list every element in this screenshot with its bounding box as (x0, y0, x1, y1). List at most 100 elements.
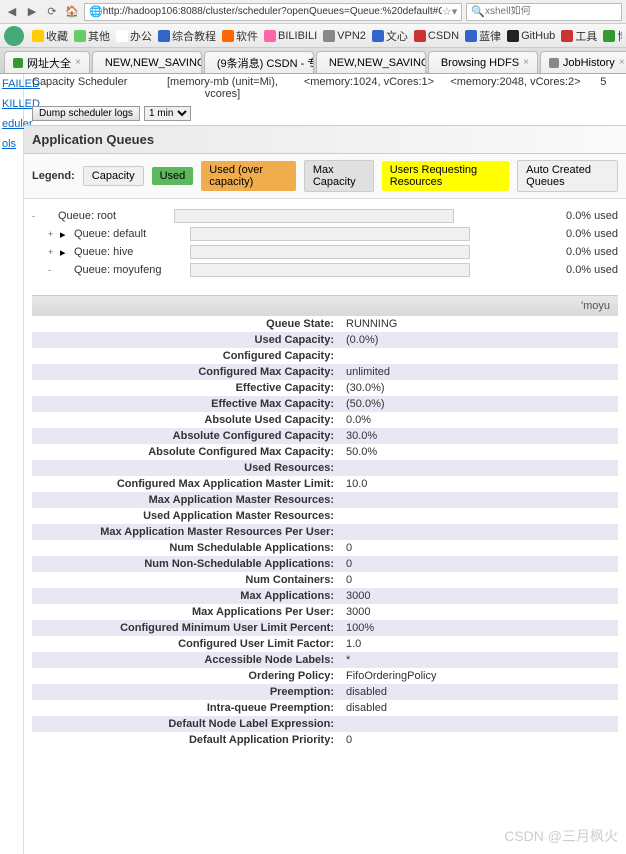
detail-label: Max Application Master Resources Per Use… (32, 526, 342, 538)
detail-label: Configured Max Capacity: (32, 366, 342, 378)
detail-value: (50.0%) (342, 398, 618, 410)
tab-label: (9条消息) CSDN - 专业 (217, 55, 314, 71)
browser-tab[interactable]: (9条消息) CSDN - 专业× (204, 51, 314, 73)
legend-used: Used (152, 167, 194, 185)
legend-used-over: Used (over capacity) (201, 161, 296, 191)
browser-tab[interactable]: Browsing HDFS× (428, 51, 538, 73)
tab-label: 网址大全 (27, 55, 71, 71)
bookmark-label: GitHub (521, 30, 555, 42)
sidebar: FAILED KILLED eduler ols (0, 74, 24, 854)
bookmark-item[interactable]: CSDN (414, 28, 459, 44)
browser-tab[interactable]: JobHistory × (540, 51, 626, 73)
bookmark-label: 软件 (236, 28, 258, 44)
sidebar-failed[interactable]: FAILED (2, 78, 21, 90)
detail-header: 'moyu (32, 296, 618, 316)
forward-icon[interactable]: ▶ (24, 4, 40, 20)
dump-scheduler-logs-button[interactable]: Dump scheduler logs (32, 106, 140, 121)
queue-toggle-icon[interactable]: + (48, 247, 60, 257)
detail-row: Default Node Label Expression: (32, 716, 618, 732)
queue-used-pct: 0.0% used (566, 228, 618, 240)
sidebar-killed[interactable]: KILLED (2, 98, 21, 110)
browser-tab[interactable]: NEW,NEW_SAVING,SU× (316, 51, 426, 73)
detail-row: Num Containers:0 (32, 572, 618, 588)
application-queues-header: Application Queues (24, 125, 626, 154)
tab-label: JobHistory (563, 57, 615, 69)
detail-row: Max Applications Per User:3000 (32, 604, 618, 620)
detail-label: Max Application Master Resources: (32, 494, 342, 506)
close-icon[interactable]: × (523, 57, 529, 68)
bookmark-item[interactable]: 博客园 (603, 28, 622, 44)
search-bar[interactable]: 🔍 (466, 3, 622, 21)
legend-row: Legend: Capacity Used Used (over capacit… (24, 154, 626, 199)
detail-label: Default Application Priority: (32, 734, 342, 746)
refresh-icon[interactable]: ⟳ (44, 4, 60, 20)
bookmark-label: 其他 (88, 28, 110, 44)
detail-row: Num Schedulable Applications:0 (32, 540, 618, 556)
queue-row[interactable]: +▸Queue: default 0.0% used (32, 225, 618, 243)
bookmark-item[interactable]: BILIBILI (264, 28, 317, 44)
close-icon[interactable]: × (619, 57, 625, 68)
back-icon[interactable]: ◀ (4, 4, 20, 20)
detail-value: 50.0% (342, 446, 618, 458)
queue-toggle-icon[interactable]: - (48, 265, 60, 275)
detail-label: Configured Max Application Master Limit: (32, 478, 342, 490)
browser-tab[interactable]: 网址大全 × (4, 51, 90, 73)
detail-value (342, 494, 618, 506)
bookmark-bar: 收藏 其他 办公综合教程 软件 BILIBILI VPN2 文心 CSDN 蓝律 GitHub 工具… (0, 24, 626, 48)
tabs-bar: 网址大全×NEW,NEW_SAVING,SU×(9条消息) CSDN - 专业×… (0, 48, 626, 74)
sidebar-scheduler[interactable]: eduler (2, 118, 21, 130)
search-input[interactable] (485, 6, 617, 17)
url-input[interactable] (103, 6, 442, 17)
detail-value (342, 462, 618, 474)
browser-tab[interactable]: NEW,NEW_SAVING,SU× (92, 51, 202, 73)
sched-col-3: <memory:1024, vCores:1> (296, 76, 443, 100)
avatar[interactable] (4, 26, 24, 46)
queue-toggle-icon[interactable]: - (32, 211, 44, 221)
detail-value: 10.0 (342, 478, 618, 490)
sidebar-tools[interactable]: ols (2, 138, 21, 150)
bookmark-icon (264, 30, 276, 42)
bookmark-label: 办公 (130, 28, 152, 44)
bookmark-item[interactable]: 办公 (116, 28, 152, 44)
detail-value: RUNNING (342, 318, 618, 330)
bookmark-item[interactable]: 综合教程 (158, 28, 216, 44)
detail-row: Effective Max Capacity: (50.0%) (32, 396, 618, 412)
bookmark-icon (507, 30, 519, 42)
bookmark-item[interactable]: 软件 (222, 28, 258, 44)
bookmark-icon (414, 30, 426, 42)
browser-toolbar: ◀ ▶ ⟳ 🏠 🌐 ☆▾ 🔍 (0, 0, 626, 24)
queue-capacity-bar (174, 209, 454, 223)
detail-row: Preemption:disabled (32, 684, 618, 700)
bookmark-item[interactable]: 工具 (561, 28, 597, 44)
detail-label: Num Non-Schedulable Applications: (32, 558, 342, 570)
bookmark-item[interactable]: 其他 (74, 28, 110, 44)
queue-name: Queue: default (70, 228, 190, 240)
bookmark-item[interactable]: 收藏 (32, 28, 68, 44)
detail-value: 30.0% (342, 430, 618, 442)
url-bar[interactable]: 🌐 ☆▾ (84, 3, 462, 21)
queue-plus-icon[interactable]: ▸ (60, 228, 70, 241)
bookmark-item[interactable]: 蓝律 (465, 28, 501, 44)
queue-row[interactable]: -Queue: root0.0% used (32, 207, 618, 225)
bookmark-icon (372, 30, 384, 42)
dump-interval-select[interactable]: 1 min (144, 106, 191, 121)
queue-toggle-icon[interactable]: + (48, 229, 60, 239)
detail-label: Used Application Master Resources: (32, 510, 342, 522)
home-icon[interactable]: 🏠 (64, 4, 80, 20)
queue-row[interactable]: +▸Queue: hive0.0% used (32, 243, 618, 261)
bookmark-label: 文心 (386, 28, 408, 44)
detail-row: Absolute Configured Max Capacity:50.0% (32, 444, 618, 460)
bookmark-star-icon[interactable]: ☆▾ (442, 5, 457, 18)
detail-row: Used Application Master Resources: (32, 508, 618, 524)
detail-row: Max Application Master Resources: (32, 492, 618, 508)
scheduler-header: Capacity Scheduler [memory-mb (unit=Mi),… (24, 74, 626, 102)
queue-plus-icon[interactable]: ▸ (60, 246, 70, 259)
detail-label: Num Containers: (32, 574, 342, 586)
bookmark-item[interactable]: GitHub (507, 28, 555, 44)
bookmark-item[interactable]: 文心 (372, 28, 408, 44)
queue-row[interactable]: -Queue: moyufeng0.0% used (32, 261, 618, 279)
detail-value: disabled (342, 702, 618, 714)
close-icon[interactable]: × (75, 57, 81, 68)
globe-icon: 🌐 (89, 5, 103, 18)
bookmark-item[interactable]: VPN2 (323, 28, 366, 44)
